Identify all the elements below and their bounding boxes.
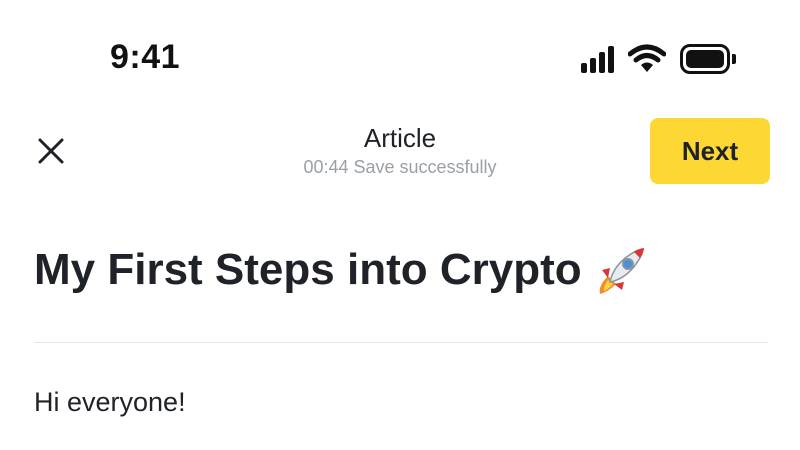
next-button[interactable]: Next <box>650 118 770 184</box>
status-time: 9:41 <box>110 38 181 76</box>
close-icon <box>38 138 64 164</box>
article-title-text: My First Steps into Crypto <box>34 245 582 294</box>
article-title-field[interactable]: My First Steps into Crypto <box>34 240 650 300</box>
cellular-signal-icon <box>581 45 614 73</box>
header-center: Article 00:44 Save successfully <box>250 122 550 180</box>
save-status: 00:44 Save successfully <box>303 157 497 177</box>
wifi-icon <box>628 44 666 72</box>
status-icons <box>581 44 736 74</box>
article-editor-screen: 9:41 Article 00:44 Save successfully Nex… <box>0 0 800 450</box>
rocket-icon <box>599 248 644 294</box>
divider <box>34 342 768 343</box>
battery-icon <box>680 44 736 74</box>
page-title: Article <box>363 123 437 153</box>
article-body-field[interactable]: Hi everyone! <box>34 384 186 420</box>
close-button[interactable] <box>34 134 68 168</box>
